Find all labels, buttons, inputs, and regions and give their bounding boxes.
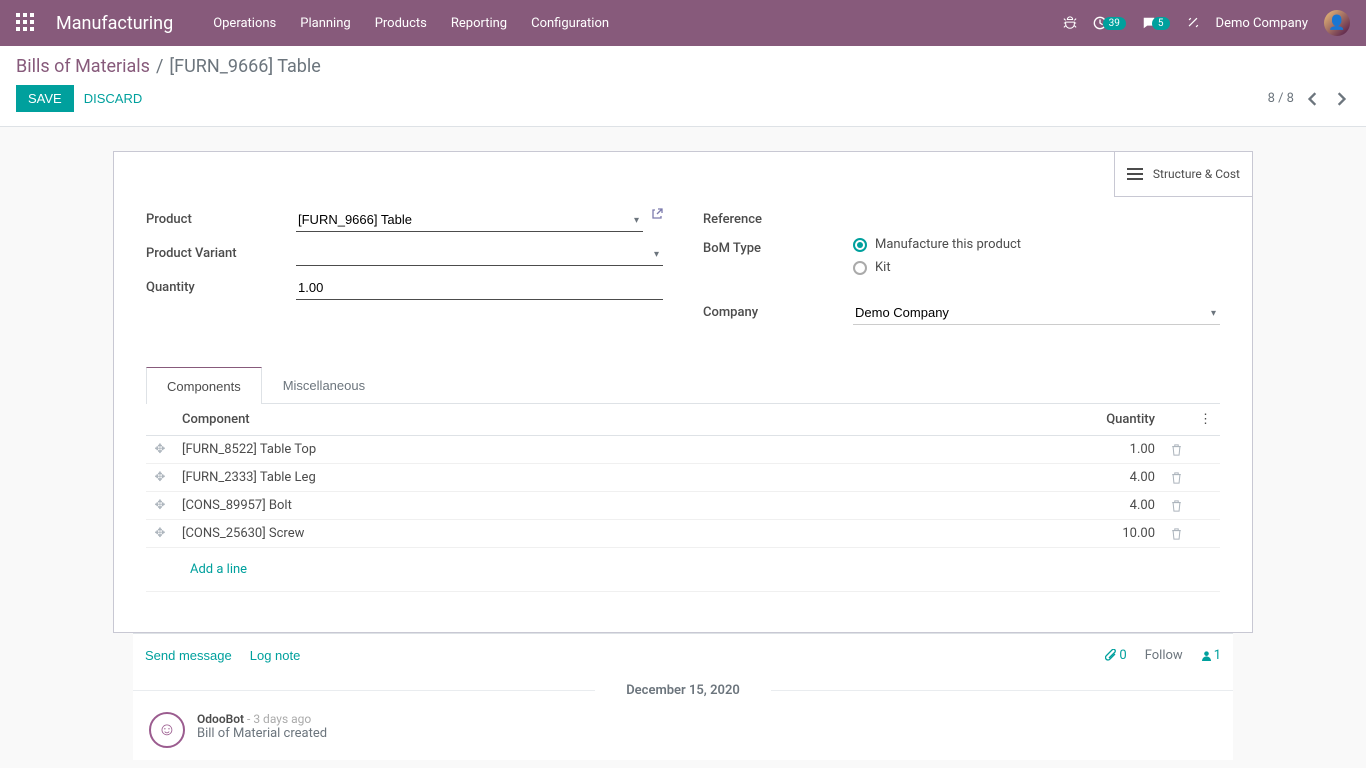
pager: 8 / 8 bbox=[1268, 88, 1350, 110]
menu-products[interactable]: Products bbox=[375, 16, 427, 31]
main-menu: Operations Planning Products Reporting C… bbox=[213, 16, 1062, 31]
radio-manufacture[interactable]: Manufacture this product bbox=[853, 237, 1220, 252]
app-brand[interactable]: Manufacturing bbox=[56, 13, 173, 34]
tab-nav: Components Miscellaneous bbox=[146, 367, 1220, 404]
pager-prev[interactable] bbox=[1304, 88, 1322, 110]
drag-handle-icon[interactable]: ✥ bbox=[146, 492, 174, 520]
label-quantity: Quantity bbox=[146, 276, 296, 295]
delete-row-icon[interactable] bbox=[1163, 436, 1191, 464]
label-bom-type: BoM Type bbox=[703, 237, 853, 256]
product-input[interactable] bbox=[296, 208, 643, 232]
label-reference: Reference bbox=[703, 208, 853, 227]
attachments-button[interactable]: 0 bbox=[1105, 648, 1126, 663]
bug-icon[interactable] bbox=[1063, 16, 1077, 30]
cell-qty[interactable]: 4.00 bbox=[865, 464, 1163, 492]
cell-component[interactable]: [FURN_8522] Table Top bbox=[174, 436, 865, 464]
navbar: Manufacturing Operations Planning Produc… bbox=[0, 0, 1366, 46]
breadcrumb-sep: / bbox=[156, 56, 163, 77]
structure-cost-button[interactable]: Structure & Cost bbox=[1114, 151, 1253, 197]
discard-button[interactable]: Discard bbox=[84, 91, 143, 106]
table-row[interactable]: ✥[CONS_25630] Screw10.00 bbox=[146, 520, 1220, 548]
label-company: Company bbox=[703, 301, 853, 320]
delete-row-icon[interactable] bbox=[1163, 520, 1191, 548]
activities-icon[interactable]: 39 bbox=[1093, 16, 1126, 30]
th-quantity: Quantity bbox=[865, 404, 1163, 436]
pager-value[interactable]: 8 / 8 bbox=[1268, 91, 1294, 106]
msg-body: Bill of Material created bbox=[197, 726, 327, 741]
apps-icon[interactable] bbox=[16, 13, 36, 33]
th-component: Component bbox=[174, 404, 865, 436]
menu-reporting[interactable]: Reporting bbox=[451, 16, 507, 31]
control-panel: Bills of Materials / [FURN_9666] Table S… bbox=[0, 46, 1366, 127]
msg-author: OdooBot bbox=[197, 712, 244, 726]
cell-qty[interactable]: 4.00 bbox=[865, 492, 1163, 520]
table-row[interactable]: ✥[FURN_2333] Table Leg4.00 bbox=[146, 464, 1220, 492]
chatter: Send message Log note 0 Follow 1 Decembe… bbox=[133, 633, 1233, 760]
table-row[interactable]: ✥[CONS_89957] Bolt4.00 bbox=[146, 492, 1220, 520]
menu-planning[interactable]: Planning bbox=[300, 16, 350, 31]
drag-handle-icon[interactable]: ✥ bbox=[146, 464, 174, 492]
components-table: Component Quantity ⋮ ✥[FURN_8522] Table … bbox=[146, 404, 1220, 632]
msg-ago: - 3 days ago bbox=[247, 712, 311, 726]
label-variant: Product Variant bbox=[146, 242, 296, 261]
follow-button[interactable]: Follow bbox=[1145, 648, 1183, 663]
bars-icon bbox=[1127, 167, 1143, 181]
menu-operations[interactable]: Operations bbox=[213, 16, 276, 31]
messaging-icon[interactable]: 5 bbox=[1142, 16, 1170, 30]
followers-button[interactable]: 1 bbox=[1201, 648, 1221, 663]
form-sheet: Structure & Cost Product ▾ bbox=[113, 151, 1253, 633]
cell-component[interactable]: [FURN_2333] Table Leg bbox=[174, 464, 865, 492]
variant-input[interactable] bbox=[296, 242, 663, 266]
cell-qty[interactable]: 10.00 bbox=[865, 520, 1163, 548]
cell-component[interactable]: [CONS_25630] Screw bbox=[174, 520, 865, 548]
drag-handle-icon[interactable]: ✥ bbox=[146, 520, 174, 548]
tab-miscellaneous[interactable]: Miscellaneous bbox=[262, 367, 386, 403]
save-button[interactable]: Save bbox=[16, 85, 74, 112]
menu-configuration[interactable]: Configuration bbox=[531, 16, 609, 31]
company-selector[interactable]: Demo Company bbox=[1216, 16, 1308, 31]
external-link-icon[interactable] bbox=[651, 208, 663, 220]
radio-kit-input[interactable] bbox=[853, 261, 867, 275]
delete-row-icon[interactable] bbox=[1163, 464, 1191, 492]
add-line-link[interactable]: Add a line bbox=[182, 554, 255, 585]
radio-manufacture-input[interactable] bbox=[853, 238, 867, 252]
cell-qty[interactable]: 1.00 bbox=[865, 436, 1163, 464]
message: ☺ OdooBot - 3 days ago Bill of Material … bbox=[133, 712, 1233, 760]
table-row[interactable]: ✥[FURN_8522] Table Top1.00 bbox=[146, 436, 1220, 464]
stat-label: Structure & Cost bbox=[1153, 167, 1240, 181]
user-avatar[interactable]: 👤 bbox=[1324, 10, 1350, 36]
drag-handle-icon[interactable]: ✥ bbox=[146, 436, 174, 464]
tab-components[interactable]: Components bbox=[146, 367, 262, 404]
settings-icon[interactable] bbox=[1186, 16, 1200, 30]
activities-badge: 39 bbox=[1103, 17, 1126, 30]
quantity-input[interactable] bbox=[296, 276, 663, 300]
messaging-badge: 5 bbox=[1152, 17, 1170, 30]
breadcrumb-current: [FURN_9666] Table bbox=[169, 56, 320, 77]
table-options-icon[interactable]: ⋮ bbox=[1191, 404, 1220, 436]
pager-next[interactable] bbox=[1332, 88, 1350, 110]
cell-component[interactable]: [CONS_89957] Bolt bbox=[174, 492, 865, 520]
breadcrumb-root[interactable]: Bills of Materials bbox=[16, 56, 150, 77]
company-input[interactable] bbox=[853, 301, 1220, 325]
log-note-button[interactable]: Log note bbox=[250, 648, 301, 663]
breadcrumb: Bills of Materials / [FURN_9666] Table bbox=[16, 56, 1350, 77]
delete-row-icon[interactable] bbox=[1163, 492, 1191, 520]
send-message-button[interactable]: Send message bbox=[145, 648, 232, 663]
navbar-right: 39 5 Demo Company 👤 bbox=[1063, 10, 1350, 36]
bot-avatar-icon: ☺ bbox=[149, 712, 185, 748]
date-separator: December 15, 2020 bbox=[133, 683, 1233, 698]
radio-kit[interactable]: Kit bbox=[853, 260, 1220, 275]
label-product: Product bbox=[146, 208, 296, 227]
